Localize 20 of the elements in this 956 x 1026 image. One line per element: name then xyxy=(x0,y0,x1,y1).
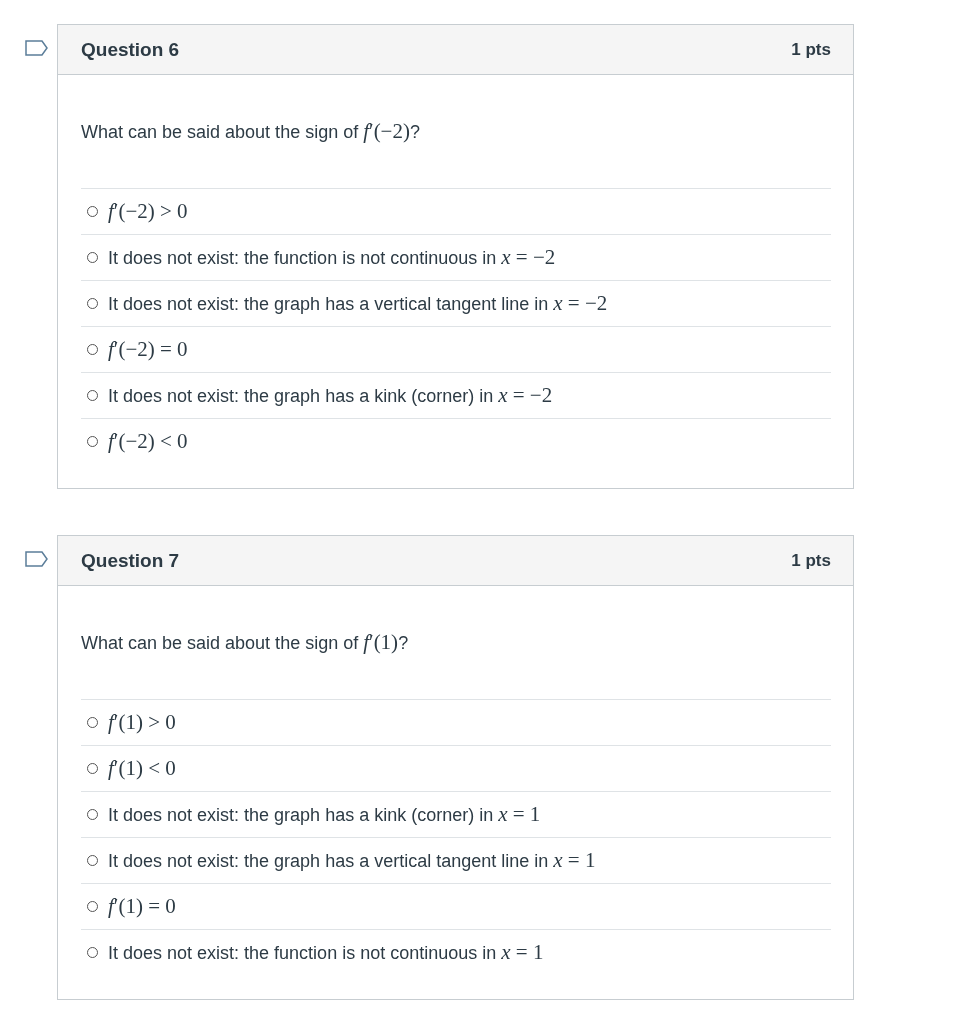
answer-option[interactable]: It does not exist: the function is not continuous in x = −2 xyxy=(108,245,556,270)
flag-icon[interactable] xyxy=(25,40,49,56)
answer-option[interactable]: f′(1) = 0 xyxy=(108,894,176,919)
answer-option[interactable]: It does not exist: the graph has a kink (corner) in x = 1 xyxy=(108,802,541,827)
answer-option[interactable]: f′(−2) > 0 xyxy=(108,199,188,224)
answer-option[interactable]: It does not exist: the function is not continuous in x = 1 xyxy=(108,940,544,965)
answer-option[interactable]: It does not exist: the graph has a vertical tangent line in x = 1 xyxy=(108,848,596,873)
question-title: Question 6 xyxy=(81,38,180,61)
answer-option[interactable]: f′(−2) = 0 xyxy=(108,337,188,362)
answer-option[interactable]: f′(1) < 0 xyxy=(108,756,176,781)
answer-option[interactable]: It does not exist: the graph has a kink (corner) in x = −2 xyxy=(108,383,553,408)
points-label: 1 pts xyxy=(791,550,831,571)
answer-option[interactable]: f′(−2) < 0 xyxy=(108,429,188,454)
question-title: Question 7 xyxy=(81,549,180,572)
answer-option[interactable]: f′(1) > 0 xyxy=(108,710,176,735)
question-text: What can be said about the sign of f′(1)? xyxy=(81,630,410,655)
flag-icon[interactable] xyxy=(25,551,49,567)
answer-option[interactable]: It does not exist: the graph has a vertical tangent line in x = −2 xyxy=(108,291,608,316)
question-text: What can be said about the sign of f′(−2)? xyxy=(81,119,421,144)
points-label: 1 pts xyxy=(791,39,831,60)
